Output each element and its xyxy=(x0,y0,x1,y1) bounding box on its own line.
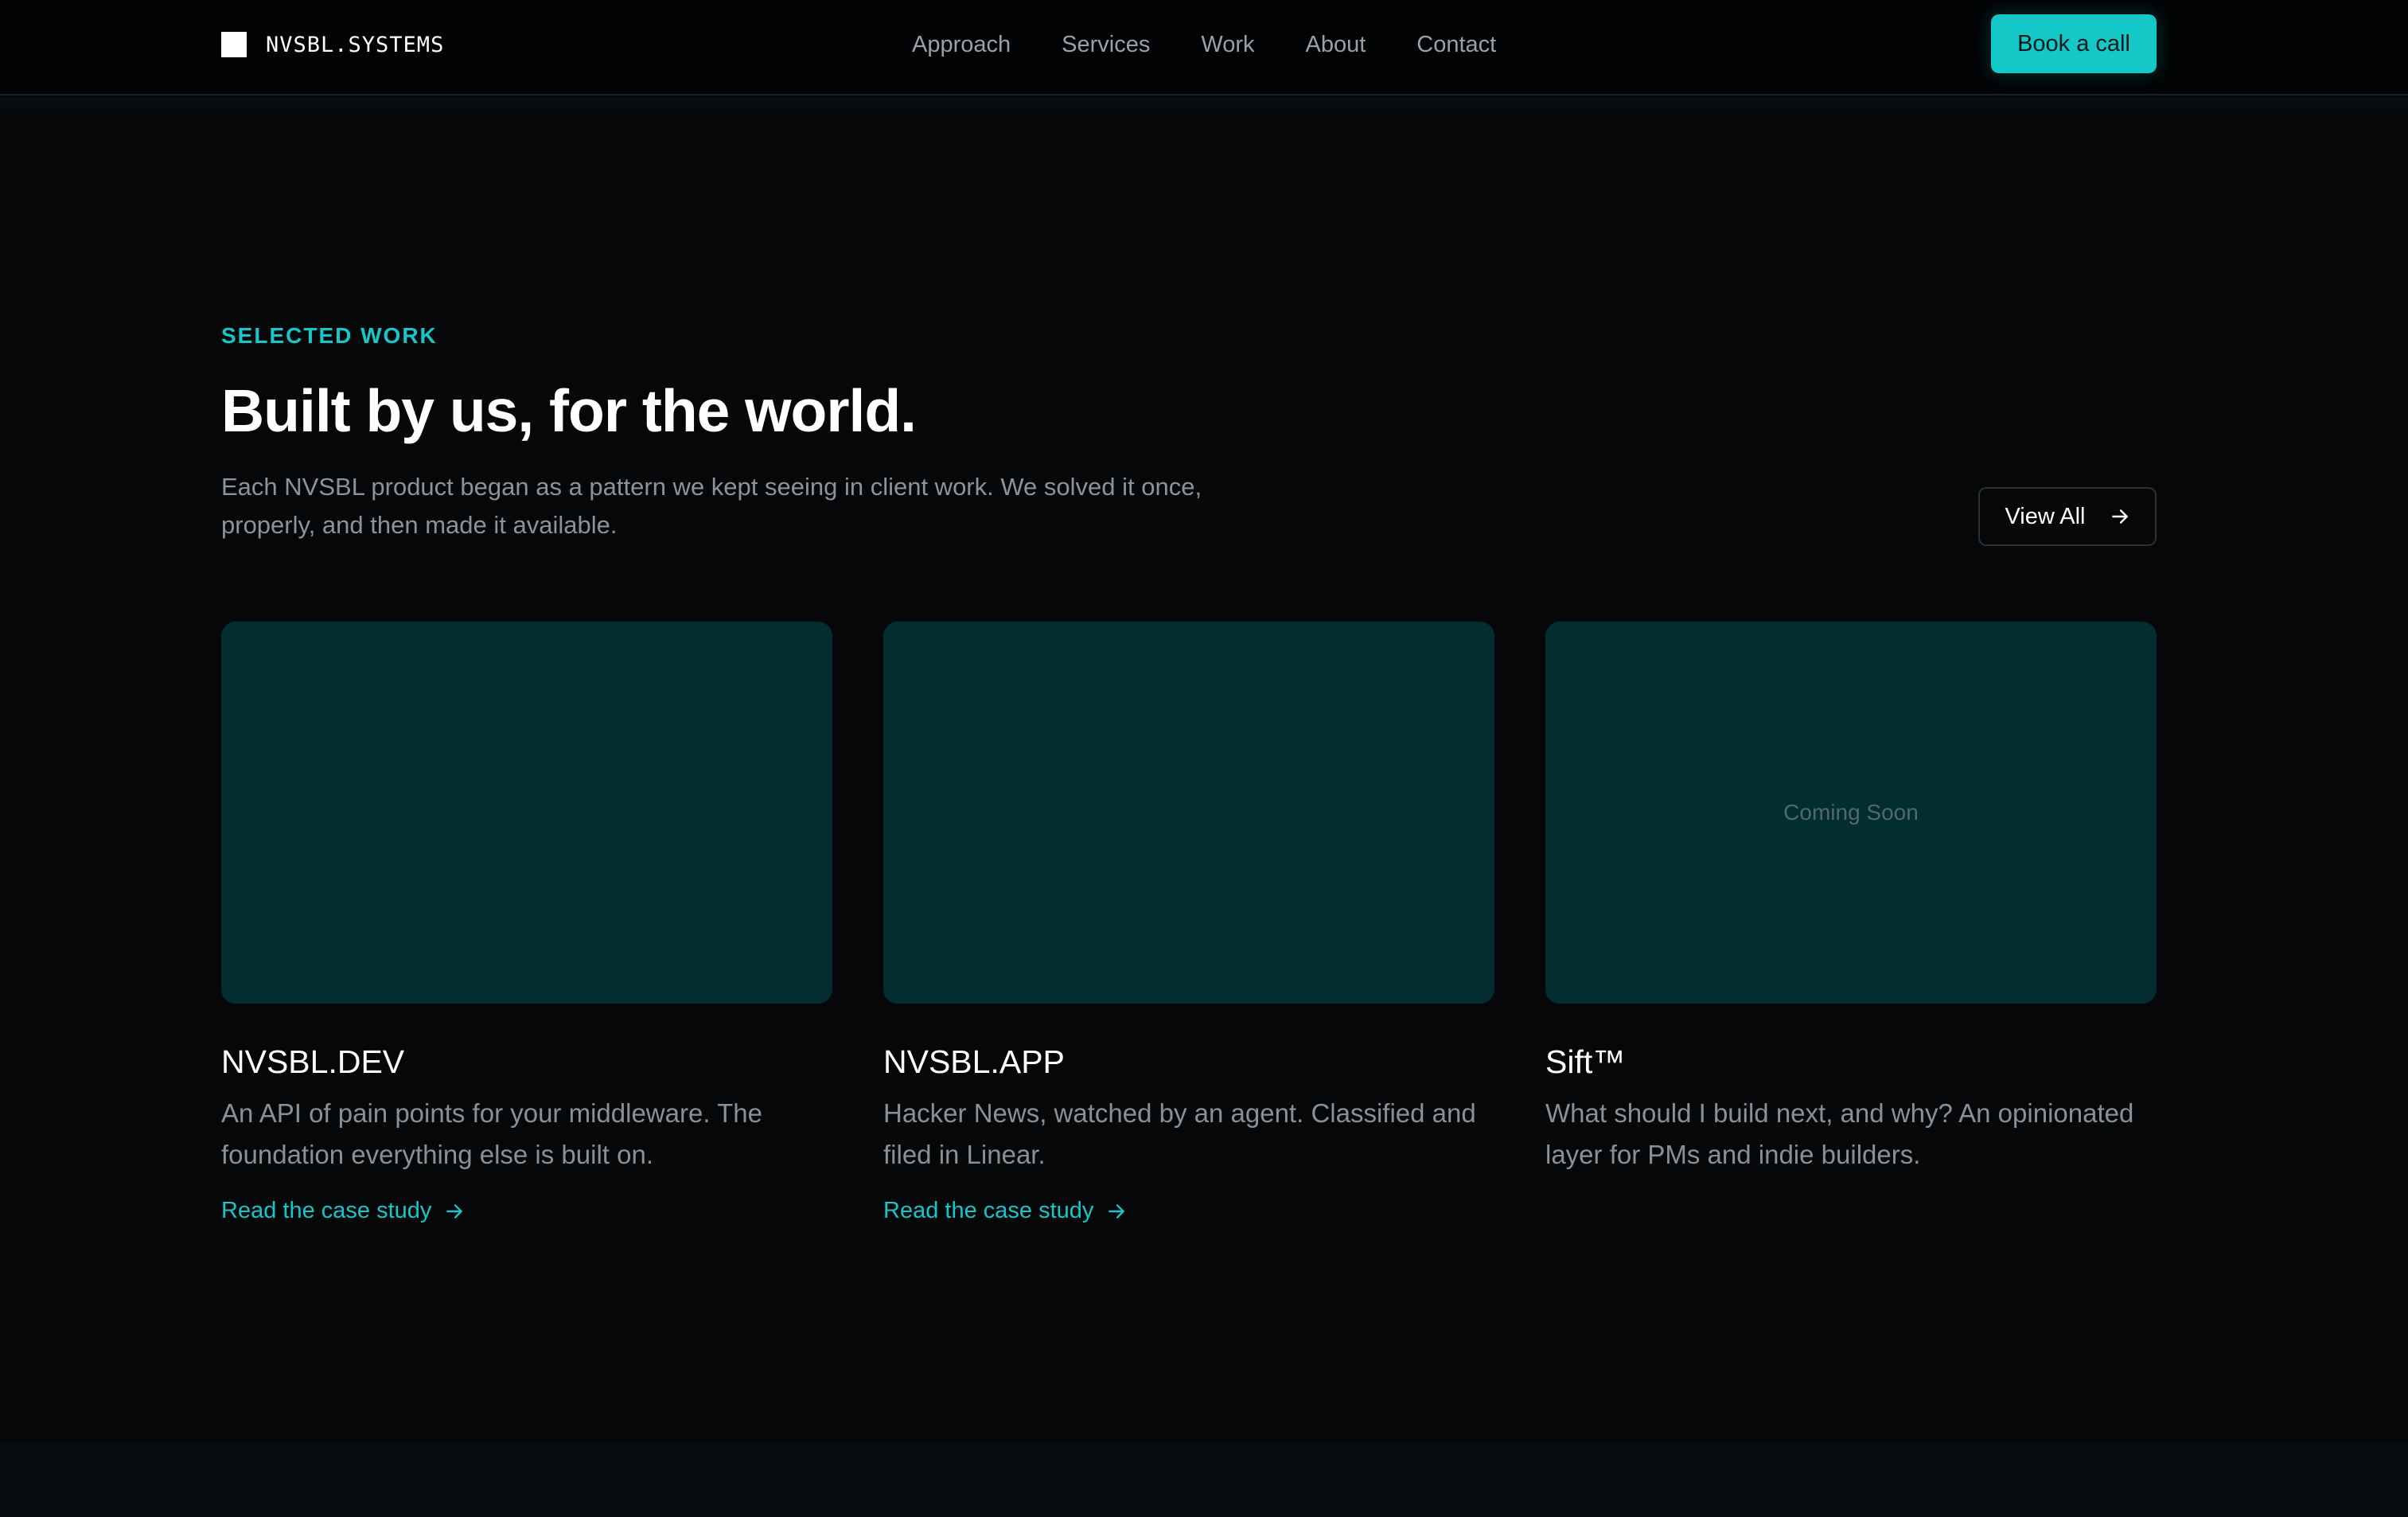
product-description: What should I build next, and why? An op… xyxy=(1545,1098,2134,1169)
book-a-call-button[interactable]: Book a call xyxy=(1991,14,2157,73)
brand-logo-link[interactable]: NVSBL.SYSTEMS xyxy=(221,32,444,57)
nav-link-about[interactable]: About xyxy=(1306,30,1366,59)
arrow-right-icon xyxy=(1109,1203,1125,1219)
arrow-right-icon xyxy=(2111,509,2128,524)
view-all-button[interactable]: View All xyxy=(1978,487,2157,546)
product-title: NVSBL.APP xyxy=(883,1043,1065,1080)
case-study-link-label: Read the case study xyxy=(221,1198,432,1223)
product-description: An API of pain points for your middlewar… xyxy=(221,1098,762,1169)
next-section-band xyxy=(0,1441,2408,1517)
section-title: Built by us, for the world. xyxy=(221,377,917,444)
product-card-nvsbl-app: NVSBL.APP Hacker News, watched by an age… xyxy=(883,622,1494,1224)
case-study-link-label: Read the case study xyxy=(883,1198,1094,1223)
logo-square-icon xyxy=(221,32,247,57)
read-case-study-link[interactable]: Read the case study xyxy=(221,1198,832,1224)
product-card-sift: Coming Soon Sift™ What should I build ne… xyxy=(1545,622,2157,1176)
product-thumbnail xyxy=(883,622,1494,1004)
product-card-nvsbl-dev: NVSBL.DEV An API of pain points for your… xyxy=(221,622,832,1224)
product-thumbnail xyxy=(221,622,832,1004)
brand-name: NVSBL.SYSTEMS xyxy=(266,32,445,57)
product-description: Hacker News, watched by an agent. Classi… xyxy=(883,1098,1476,1169)
top-navigation: NVSBL.SYSTEMS Approach Services Work Abo… xyxy=(0,0,2408,96)
read-case-study-link[interactable]: Read the case study xyxy=(883,1198,1494,1224)
coming-soon-label: Coming Soon xyxy=(1783,800,1919,825)
primary-nav: Approach Services Work About Contact xyxy=(912,30,1496,59)
section-eyebrow: SELECTED WORK xyxy=(221,323,438,348)
nav-link-approach[interactable]: Approach xyxy=(912,30,1011,59)
nav-link-work[interactable]: Work xyxy=(1201,30,1254,59)
section-intro: Each NVSBL product began as a pattern we… xyxy=(221,473,1202,539)
nav-link-services[interactable]: Services xyxy=(1062,30,1150,59)
nav-link-contact[interactable]: Contact xyxy=(1416,30,1496,59)
product-title: Sift™ xyxy=(1545,1043,1626,1080)
arrow-right-icon xyxy=(446,1203,463,1219)
product-title: NVSBL.DEV xyxy=(221,1043,405,1080)
header-divider-glow xyxy=(0,97,2408,118)
product-thumbnail: Coming Soon xyxy=(1545,622,2157,1004)
view-all-label: View All xyxy=(2005,503,2086,529)
